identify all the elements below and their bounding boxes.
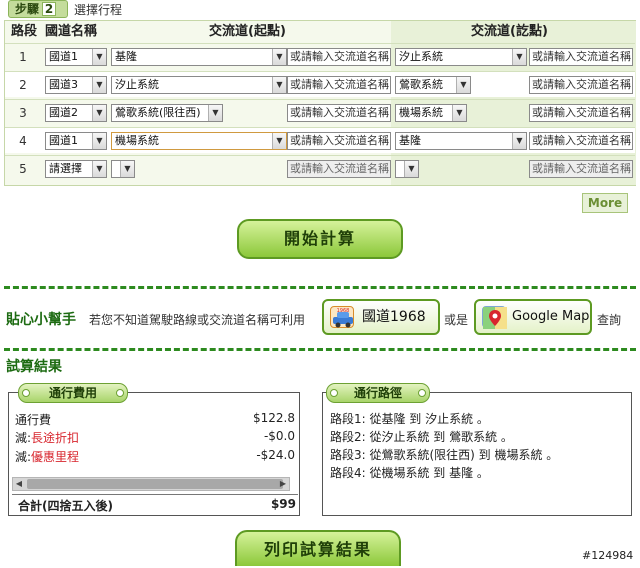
row-seq: 2 — [19, 78, 27, 92]
chevron-down-icon: ▼ — [92, 77, 106, 93]
start-input[interactable]: 或請輸入交流道名稱 — [287, 160, 391, 178]
end-input[interactable]: 或請輸入交流道名稱 — [529, 48, 633, 66]
fee-row-mileage-discount: 減:優惠里程 -$24.0 — [15, 448, 295, 464]
highway-1968-link[interactable]: 1968 國道1968 — [322, 299, 440, 335]
chevron-down-icon: ▼ — [92, 105, 106, 121]
chevron-down-icon: ▼ — [208, 105, 222, 121]
path-line: 路段4: 從機場系統 到 基隆 。 — [330, 466, 489, 480]
step-title: 選擇行程 — [74, 3, 123, 17]
step-number: 2 — [42, 2, 57, 16]
end-input[interactable]: 或請輸入交流道名稱 — [529, 160, 633, 178]
car-icon: 1968 — [330, 306, 354, 328]
result-title: 試算結果 — [6, 359, 62, 375]
chevron-down-icon: ▼ — [452, 105, 466, 121]
end-input[interactable]: 或請輸入交流道名稱 — [529, 132, 633, 150]
header-seq: 路段 — [11, 24, 38, 39]
row-seq: 5 — [19, 162, 27, 176]
fee-tab: 通行費用 — [18, 383, 128, 403]
end-select[interactable]: 鶯歌系統 ▼ — [395, 76, 471, 94]
chevron-down-icon: ▼ — [92, 133, 106, 149]
print-button[interactable]: 列印試算結果 — [235, 530, 401, 566]
chevron-down-icon: ▼ — [512, 133, 526, 149]
end-select[interactable]: 汐止系統 ▼ — [395, 48, 527, 66]
chevron-down-icon: ▼ — [512, 49, 526, 65]
start-input[interactable]: 或請輸入交流道名稱 — [287, 76, 391, 94]
helper-text: 若您不知道駕駛路線或交流道名稱可利用 — [89, 313, 306, 327]
start-select[interactable]: 汐止系統 ▼ — [111, 76, 287, 94]
fee-scrollbar[interactable]: ◀ ▶ — [12, 477, 290, 491]
path-line: 路段2: 從汐止系統 到 鶯歌系統 。 — [330, 430, 513, 444]
fee-row-long-discount: 減:長途折扣 -$0.0 — [15, 429, 295, 445]
chevron-down-icon: ▼ — [92, 161, 106, 177]
highway-select[interactable]: 請選擇 ▼ — [45, 160, 107, 178]
chevron-down-icon: ▼ — [272, 77, 286, 93]
watermark: #124984 — [582, 549, 634, 562]
row-seq: 3 — [19, 106, 27, 120]
table-row: 4 國道1 ▼ 機場系統 ▼ 或請輸入交流道名稱 基隆 ▼ 或請輸入交流道名稱 — [5, 127, 635, 153]
chevron-down-icon: ▼ — [120, 161, 134, 177]
start-input[interactable]: 或請輸入交流道名稱 — [287, 48, 391, 66]
start-select[interactable]: 基隆 ▼ — [111, 48, 287, 66]
scroll-thumb[interactable] — [27, 479, 283, 489]
step-header: 步驟 2 選擇行程 — [0, 0, 640, 20]
path-tab: 通行路徑 — [326, 383, 430, 403]
path-line: 路段1: 從基隆 到 汐止系統 。 — [330, 412, 489, 426]
highway-select[interactable]: 國道2 ▼ — [45, 104, 107, 122]
chevron-down-icon: ▼ — [404, 161, 418, 177]
svg-text:1968: 1968 — [337, 308, 350, 314]
long-discount-link[interactable]: 長途折扣 — [31, 431, 79, 445]
end-input[interactable]: 或請輸入交流道名稱 — [529, 76, 633, 94]
highway-select[interactable]: 國道1 ▼ — [45, 48, 107, 66]
divider — [4, 286, 636, 289]
chevron-down-icon: ▼ — [456, 77, 470, 93]
start-select[interactable]: ▼ — [111, 160, 135, 178]
highway-select[interactable]: 國道3 ▼ — [45, 76, 107, 94]
step-badge: 步驟 2 — [8, 0, 68, 18]
end-select[interactable]: 機場系統 ▼ — [395, 104, 467, 122]
row-seq: 1 — [19, 50, 27, 64]
helper-label: 貼心小幫手 — [6, 312, 76, 328]
table-row: 3 國道2 ▼ 鶯歌系統(限往西) ▼ 或請輸入交流道名稱 機場系統 ▼ 或請輸入交流… — [5, 99, 635, 125]
start-input[interactable]: 或請輸入交流道名稱 — [287, 104, 391, 122]
chevron-down-icon: ▼ — [92, 49, 106, 65]
end-select[interactable]: ▼ — [395, 160, 419, 178]
divider — [4, 348, 636, 351]
row-seq: 4 — [19, 134, 27, 148]
helper-or: 或是 — [444, 313, 469, 327]
path-line: 路段3: 從鶯歌系統(限往西) 到 機場系統 。 — [330, 448, 559, 462]
map-icon — [482, 306, 507, 329]
header-highway: 國道名稱 — [45, 24, 98, 39]
google-map-link[interactable]: Google Map — [474, 299, 592, 335]
chevron-down-icon: ▼ — [272, 49, 286, 65]
start-select[interactable]: 鶯歌系統(限往西) ▼ — [111, 104, 223, 122]
end-select[interactable]: 基隆 ▼ — [395, 132, 527, 150]
chevron-down-icon: ▼ — [272, 133, 286, 149]
start-input[interactable]: 或請輸入交流道名稱 — [287, 132, 391, 150]
end-input[interactable]: 或請輸入交流道名稱 — [529, 104, 633, 122]
route-table: 路段 國道名稱 交流道(起點) 交流道(訖點) 1 國道1 ▼ 基隆 ▼ 或請輸入交… — [4, 20, 636, 186]
header-start: 交流道(起點) — [209, 24, 286, 39]
calculate-button[interactable]: 開始計算 — [237, 219, 403, 259]
scroll-left-icon[interactable]: ◀ — [13, 478, 25, 490]
scroll-right-icon[interactable]: ▶ — [277, 478, 289, 490]
table-row: 2 國道3 ▼ 汐止系統 ▼ 或請輸入交流道名稱 鶯歌系統 ▼ 或請輸入交流道名稱 — [5, 71, 635, 97]
fee-total: 合計(四捨五入後) $99 — [12, 494, 298, 513]
fee-row-toll: 通行費 $122.8 — [15, 411, 295, 427]
helper-query: 查詢 — [597, 313, 622, 327]
start-select[interactable]: 機場系統 ▼ — [111, 132, 287, 150]
highway-select[interactable]: 國道1 ▼ — [45, 132, 107, 150]
more-button[interactable]: More — [582, 193, 628, 213]
table-row: 5 請選擇 ▼ ▼ 或請輸入交流道名稱 ▼ 或請輸入交流道名稱 — [5, 155, 635, 181]
table-row: 1 國道1 ▼ 基隆 ▼ 或請輸入交流道名稱 汐止系統 ▼ 或請輸入交流道名稱 — [5, 43, 635, 69]
header-end: 交流道(訖點) — [471, 24, 548, 39]
mileage-discount-link[interactable]: 優惠里程 — [31, 450, 79, 464]
